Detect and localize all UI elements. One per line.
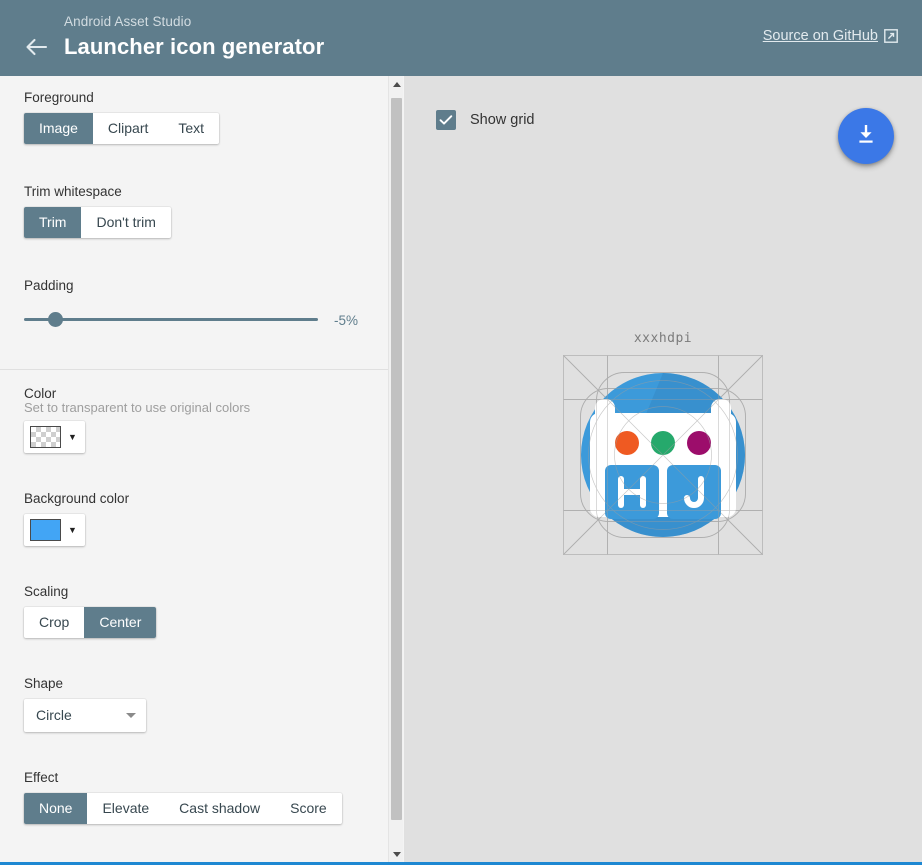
background-color-swatch (30, 519, 61, 541)
color-hint: Set to transparent to use original color… (24, 400, 364, 421)
app-header: Android Asset Studio Launcher icon gener… (0, 0, 922, 76)
foreground-option-clipart[interactable]: Clipart (93, 113, 163, 144)
calendar-dot-3 (687, 431, 711, 455)
padding-slider-thumb[interactable] (48, 312, 63, 327)
scroll-down-arrow-icon[interactable] (389, 846, 404, 862)
page-title: Launcher icon generator (64, 34, 324, 60)
effect-option-none[interactable]: None (24, 793, 87, 824)
padding-value: -5% (334, 313, 364, 328)
show-grid-checkbox[interactable] (436, 110, 456, 130)
trim-section: Trim whitespace Trim Don't trim (0, 148, 388, 242)
color-swatch (30, 426, 61, 448)
padding-slider[interactable] (24, 311, 315, 329)
icon-preview-wrap: xxxhdpi (404, 331, 922, 555)
preview-panel: Show grid xxxhdpi (404, 76, 922, 862)
scaling-option-center[interactable]: Center (84, 607, 156, 638)
foreground-section: Foreground Image Clipart Text (0, 76, 388, 148)
source-link-label: Source on GitHub (763, 28, 878, 44)
foreground-label: Foreground (24, 76, 364, 113)
effect-section: Effect None Elevate Cast shadow Score (0, 736, 388, 828)
background-color-label: Background color (24, 477, 364, 514)
app-subtitle: Android Asset Studio (64, 14, 191, 29)
padding-label: Padding (24, 264, 364, 301)
shape-section: Shape Circle (0, 642, 388, 736)
dropdown-arrow-icon (126, 713, 136, 718)
calendar-dot-1 (615, 431, 639, 455)
scaling-section: Scaling Crop Center (0, 550, 388, 642)
show-grid-toggle[interactable]: Show grid (436, 110, 534, 130)
caret-down-icon: ▼ (68, 526, 77, 535)
page-root: Android Asset Studio Launcher icon gener… (0, 0, 922, 865)
padding-slider-row: -5% (24, 301, 364, 335)
effect-toggle-group: None Elevate Cast shadow Score (24, 793, 342, 824)
checkmark-icon (439, 114, 453, 126)
caret-down-icon: ▼ (68, 433, 77, 442)
effect-option-elevate[interactable]: Elevate (87, 793, 164, 824)
foreground-option-text[interactable]: Text (163, 113, 219, 144)
color-picker-button[interactable]: ▼ (24, 421, 85, 453)
effect-option-cast-shadow[interactable]: Cast shadow (164, 793, 275, 824)
external-link-icon (884, 29, 898, 43)
shape-select-value: Circle (36, 707, 72, 723)
source-on-github-link[interactable]: Source on GitHub (763, 28, 898, 44)
scaling-option-crop[interactable]: Crop (24, 607, 84, 638)
arrow-left-icon[interactable] (24, 36, 50, 58)
download-icon (853, 121, 879, 152)
scrollbar-thumb[interactable] (391, 98, 402, 820)
options-panel: Foreground Image Clipart Text Trim white… (0, 76, 388, 862)
effect-label: Effect (24, 756, 364, 793)
scroll-up-arrow-icon[interactable] (389, 76, 404, 92)
shape-select[interactable]: Circle (24, 699, 146, 732)
trim-label: Trim whitespace (24, 170, 364, 207)
trim-option-trim[interactable]: Trim (24, 207, 81, 238)
calendar-glyph (590, 399, 736, 519)
background-color-section: Background color ▼ (0, 457, 388, 550)
name-section: Name (0, 828, 388, 862)
download-button[interactable] (838, 108, 894, 164)
foreground-toggle-group: Image Clipart Text (24, 113, 219, 144)
name-label: Name (24, 848, 364, 862)
padding-slider-rail (24, 318, 318, 321)
background-color-picker-button[interactable]: ▼ (24, 514, 85, 546)
effect-option-score[interactable]: Score (275, 793, 342, 824)
trim-option-dont-trim[interactable]: Don't trim (81, 207, 170, 238)
padding-section: Padding -5% (0, 242, 388, 369)
shape-label: Shape (24, 662, 364, 699)
options-panel-scrollbar[interactable] (388, 76, 403, 862)
color-section: Color Set to transparent to use original… (0, 370, 388, 457)
scaling-label: Scaling (24, 570, 364, 607)
trim-toggle-group: Trim Don't trim (24, 207, 171, 238)
dpi-label: xxxhdpi (404, 331, 922, 346)
calendar-dot-2 (651, 431, 675, 455)
scaling-toggle-group: Crop Center (24, 607, 156, 638)
icon-preview[interactable] (563, 355, 763, 555)
foreground-option-image[interactable]: Image (24, 113, 93, 144)
show-grid-label: Show grid (470, 112, 534, 128)
